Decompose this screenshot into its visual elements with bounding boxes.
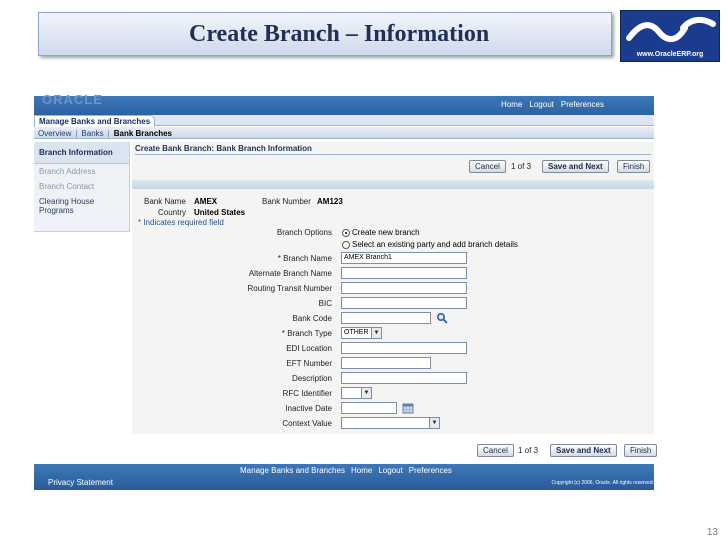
save-and-next-button-bottom[interactable]: Save and Next — [550, 444, 617, 457]
description-input[interactable] — [341, 372, 467, 384]
subnav-banks[interactable]: Banks — [81, 129, 103, 138]
branch-name-input[interactable]: AMEX Branch1 — [341, 252, 467, 264]
page-count-bottom: 1 of 3 — [518, 446, 539, 455]
country-label: Country — [158, 208, 187, 217]
search-icon[interactable] — [436, 312, 448, 324]
footer-logout-link[interactable]: Logout — [378, 466, 402, 475]
inactive-date-label: Inactive Date — [285, 404, 332, 413]
side-nav-branch-information[interactable]: Branch Information — [34, 142, 129, 164]
side-nav-branch-address: Branch Address — [39, 167, 96, 176]
banner-brand: ORACLE — [42, 92, 103, 107]
oracleerp-logo: www.OracleERP.org — [620, 10, 720, 62]
footer-links: Manage Banks and Branches Home Logout Pr… — [240, 466, 452, 475]
branch-name-label: * Branch Name — [277, 254, 332, 263]
side-nav-branch-contact: Branch Contact — [39, 182, 95, 191]
branch-options-label: Branch Options — [276, 228, 332, 237]
tab-strip: Manage Banks and Branches — [34, 115, 654, 127]
alternate-branch-name-input[interactable] — [341, 267, 467, 279]
bic-label: BIC — [318, 299, 332, 308]
rfc-identifier-select[interactable]: ▼ — [341, 387, 372, 399]
chevron-down-icon: ▼ — [429, 418, 439, 428]
subnav-bank-branches[interactable]: Bank Branches — [114, 129, 172, 138]
home-link[interactable]: Home — [501, 100, 522, 109]
bank-code-label: Bank Code — [292, 314, 332, 323]
footer-manage-banks-link[interactable]: Manage Banks and Branches — [240, 466, 345, 475]
slide-title-box: Create Branch – Information — [38, 12, 612, 56]
eft-number-input[interactable] — [341, 357, 431, 369]
logo-text: www.OracleERP.org — [636, 51, 704, 58]
eft-number-label: EFT Number — [286, 359, 332, 368]
branch-type-value: OTHER — [344, 329, 369, 336]
option-create-text: Create new branch — [352, 228, 420, 237]
footer-bar: Manage Banks and Branches Home Logout Pr… — [34, 464, 654, 490]
chevron-down-icon: ▼ — [371, 328, 381, 338]
page-count: 1 of 3 — [511, 162, 532, 171]
preferences-link[interactable]: Preferences — [561, 100, 604, 109]
radio-create-new[interactable] — [342, 228, 350, 237]
tab-manage-banks[interactable]: Manage Banks and Branches — [34, 115, 156, 127]
subnav-separator: | — [75, 129, 78, 138]
oracle-app-window: ORACLE Home Logout Preferences Manage Ba… — [34, 92, 658, 490]
logout-link[interactable]: Logout — [529, 100, 553, 109]
finish-button[interactable]: Finish — [617, 160, 651, 173]
country-value: United States — [194, 208, 246, 217]
rfc-identifier-label: RFC Identifier — [282, 389, 332, 398]
radio-select-existing[interactable] — [342, 240, 350, 249]
heading-divider — [135, 154, 651, 155]
copyright-text: Copyright (c) 2006, Oracle. All rights r… — [551, 480, 654, 486]
subnav-overview[interactable]: Overview — [38, 129, 71, 138]
bank-code-input[interactable] — [341, 312, 431, 324]
finish-button-bottom[interactable]: Finish — [624, 444, 658, 457]
save-and-next-button[interactable]: Save and Next — [542, 160, 609, 173]
main-content: Create Bank Branch: Bank Branch Informat… — [132, 142, 654, 434]
bank-name-value: AMEX — [194, 197, 218, 206]
page-heading: Create Bank Branch: Bank Branch Informat… — [135, 144, 312, 153]
branch-type-label: * Branch Type — [281, 329, 332, 338]
footer-home-link[interactable]: Home — [351, 466, 372, 475]
chevron-down-icon: ▼ — [361, 388, 371, 398]
bank-number-value: AM123 — [317, 197, 343, 206]
inactive-date-input[interactable] — [341, 402, 397, 414]
cancel-button-bottom[interactable]: Cancel — [477, 444, 514, 457]
routing-transit-number-label: Routing Transit Number — [247, 284, 332, 293]
edi-location-input[interactable] — [341, 342, 467, 354]
subnav-separator: | — [107, 129, 110, 138]
context-value-select[interactable]: ▼ — [341, 417, 440, 429]
top-banner: ORACLE Home Logout Preferences — [34, 92, 654, 115]
footer-preferences-link[interactable]: Preferences — [409, 466, 452, 475]
option-select-text: Select an existing party and add branch … — [352, 240, 518, 249]
option-create-new-branch[interactable]: Create new branch — [342, 228, 420, 237]
required-field-note: * Indicates required field — [138, 218, 224, 227]
privacy-statement-link[interactable]: Privacy Statement — [48, 478, 113, 487]
cancel-button[interactable]: Cancel — [469, 160, 506, 173]
edi-location-label: EDI Location — [286, 344, 332, 353]
calendar-icon[interactable] — [402, 402, 414, 414]
context-value-label: Context Value — [282, 419, 332, 428]
section-divider — [132, 180, 654, 189]
bank-number-label: Bank Number — [262, 197, 311, 206]
bic-input[interactable] — [341, 297, 467, 309]
branch-type-select[interactable]: OTHER ▼ — [341, 327, 382, 339]
alternate-branch-name-label: Alternate Branch Name — [248, 269, 332, 278]
global-links: Home Logout Preferences — [501, 100, 604, 109]
side-nav-clearing-house[interactable]: Clearing House Programs — [34, 194, 129, 218]
routing-transit-number-input[interactable] — [341, 282, 467, 294]
bank-name-label: Bank Name — [144, 197, 186, 206]
description-label: Description — [291, 374, 332, 383]
logo-waves-icon — [626, 16, 716, 42]
side-nav: Branch Information Branch Address Branch… — [34, 142, 130, 232]
slide-title: Create Branch – Information — [189, 21, 490, 47]
option-select-existing-party[interactable]: Select an existing party and add branch … — [342, 240, 518, 249]
subnav: Overview | Banks | Bank Branches — [34, 127, 654, 139]
slide-number: 13 — [706, 527, 718, 538]
